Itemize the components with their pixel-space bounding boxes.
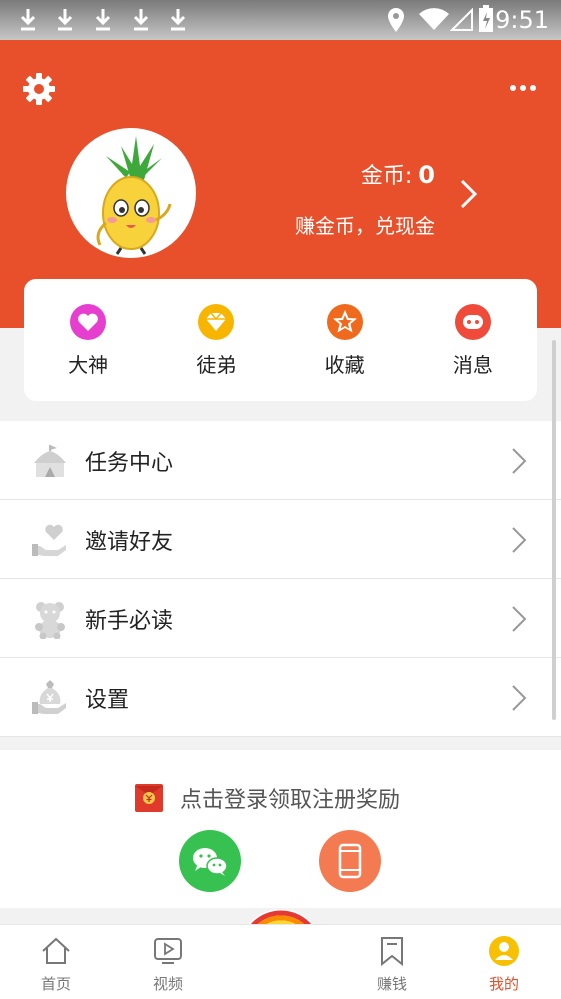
more-options-icon[interactable] bbox=[509, 82, 537, 94]
video-icon bbox=[154, 938, 182, 964]
quick-action-messages[interactable]: 消息 bbox=[409, 279, 537, 401]
scrollbar[interactable] bbox=[552, 340, 556, 720]
tab-label: 首页 bbox=[40, 975, 71, 993]
heart-icon bbox=[70, 304, 107, 340]
phone-login-button[interactable] bbox=[319, 830, 381, 892]
menu-item-settings[interactable]: 设置 bbox=[0, 658, 561, 737]
menu-item-label: 新手必读 bbox=[85, 609, 174, 634]
avatar[interactable] bbox=[66, 128, 196, 258]
tab-mine[interactable]: 我的 bbox=[459, 925, 549, 999]
tab-home[interactable]: 首页 bbox=[11, 925, 101, 999]
tab-label: 我的 bbox=[488, 975, 519, 993]
chevron-right-icon bbox=[512, 606, 527, 632]
chevron-right-icon[interactable] bbox=[459, 178, 479, 210]
register-reward-text: 点击登录领取注册奖励 bbox=[180, 788, 401, 813]
menu-item-label: 设置 bbox=[85, 688, 130, 713]
quick-action-label: 收藏 bbox=[324, 353, 365, 377]
coins-balance[interactable]: 金币: 0 bbox=[361, 158, 435, 190]
earn-coins-link[interactable]: 赚金币，兑现金 bbox=[295, 210, 435, 239]
location-icon bbox=[388, 8, 404, 32]
status-bar: 9:51 bbox=[0, 0, 561, 40]
tab-label: 视频 bbox=[152, 975, 183, 993]
heart-hand-icon bbox=[32, 524, 66, 556]
tab-video[interactable]: 视频 bbox=[123, 925, 213, 999]
wechat-login-button[interactable] bbox=[179, 830, 241, 892]
download-icon bbox=[133, 9, 149, 31]
quick-action-label: 消息 bbox=[452, 353, 493, 377]
signal-icon bbox=[450, 8, 473, 31]
menu-item-invite-friends[interactable]: 邀请好友 bbox=[0, 500, 561, 579]
login-section: 点击登录领取注册奖励 bbox=[0, 750, 561, 908]
wechat-icon bbox=[193, 848, 228, 876]
register-reward-prompt[interactable]: 点击登录领取注册奖励 bbox=[134, 782, 400, 814]
chevron-right-icon bbox=[512, 685, 527, 711]
download-icon bbox=[57, 9, 73, 31]
status-time: 9:51 bbox=[495, 6, 549, 34]
money-bag-icon bbox=[32, 680, 66, 714]
tent-icon bbox=[34, 445, 66, 477]
menu-item-task-center[interactable]: 任务中心 bbox=[0, 421, 561, 500]
coins-label: 金币: bbox=[360, 164, 413, 189]
chat-icon bbox=[454, 304, 491, 340]
user-icon bbox=[489, 936, 519, 966]
menu-item-beginners-guide[interactable]: 新手必读 bbox=[0, 579, 561, 658]
bottom-tab-bar: 首页 视频 赚钱 我的 bbox=[0, 924, 561, 999]
menu-item-label: 任务中心 bbox=[85, 451, 174, 476]
quick-actions-card: 大神 徒弟 收藏 消息 bbox=[24, 279, 537, 401]
download-icon bbox=[170, 9, 186, 31]
home-icon bbox=[42, 937, 70, 964]
coins-value: 0 bbox=[418, 161, 435, 189]
pineapple-avatar-icon bbox=[96, 136, 172, 255]
mobile-phone-icon bbox=[338, 843, 362, 879]
menu-list: 任务中心 邀请好友 新手必读 设置 bbox=[0, 421, 561, 737]
chevron-right-icon bbox=[512, 527, 527, 553]
diamond-icon bbox=[198, 304, 235, 340]
gear-icon[interactable] bbox=[22, 72, 56, 106]
chevron-right-icon bbox=[512, 448, 527, 474]
teddy-bear-icon bbox=[35, 602, 65, 639]
quick-action-favorites[interactable]: 收藏 bbox=[281, 279, 409, 401]
tab-earn[interactable]: 赚钱 bbox=[347, 925, 437, 999]
quick-action-masters[interactable]: 大神 bbox=[24, 279, 152, 401]
star-icon bbox=[326, 304, 363, 340]
red-envelope-icon bbox=[135, 784, 163, 812]
menu-item-label: 邀请好友 bbox=[85, 530, 174, 555]
download-icon bbox=[20, 9, 36, 31]
quick-action-label: 大神 bbox=[68, 353, 109, 377]
download-icon bbox=[95, 9, 111, 31]
tab-label: 赚钱 bbox=[376, 975, 407, 993]
quick-action-disciples[interactable]: 徒弟 bbox=[152, 279, 280, 401]
bookmark-icon bbox=[381, 937, 403, 967]
wifi-icon bbox=[419, 8, 449, 31]
battery-charging-icon bbox=[479, 5, 493, 32]
quick-action-label: 徒弟 bbox=[196, 353, 237, 377]
